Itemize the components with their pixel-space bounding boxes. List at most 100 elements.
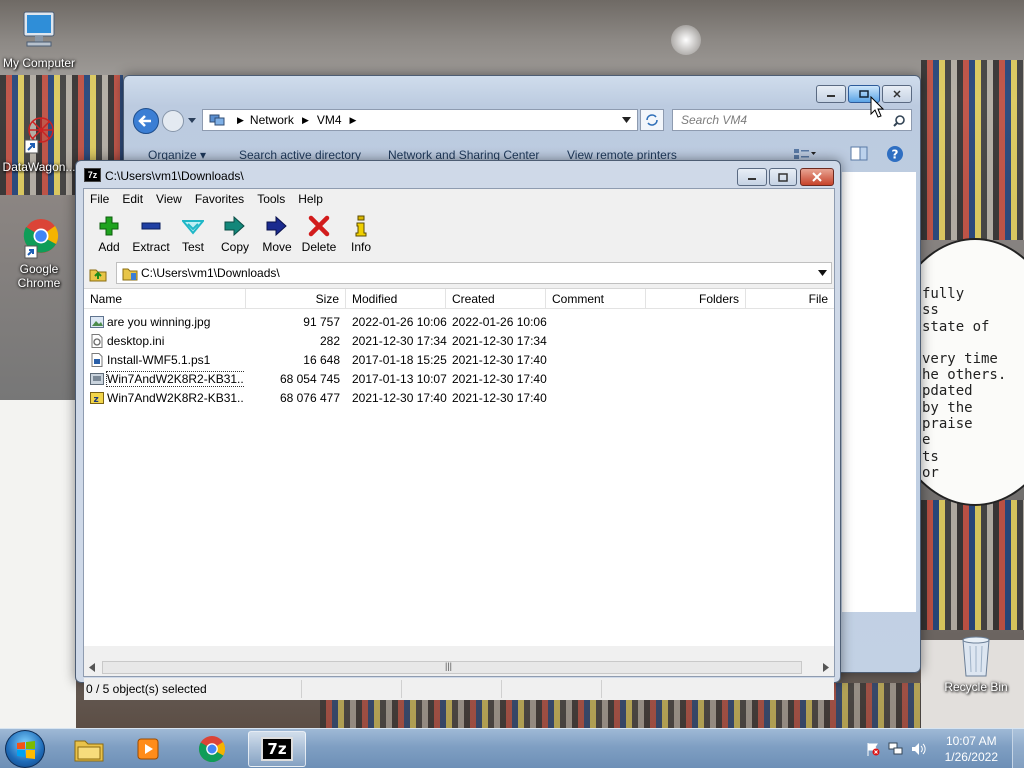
column-created[interactable]: Created <box>446 289 546 309</box>
column-folders[interactable]: Folders <box>646 289 746 309</box>
file-row[interactable]: desktop.ini 282 2021-12-30 17:34 2021-12… <box>84 332 834 351</box>
history-dropdown-icon[interactable] <box>187 116 197 124</box>
column-name[interactable]: Name <box>84 289 246 309</box>
svg-text:?: ? <box>892 148 899 162</box>
file-modified: 2021-12-30 17:34 <box>352 334 447 348</box>
status-segment <box>504 680 602 698</box>
desktop-icon-datawagon[interactable]: DataWagon... <box>0 110 78 174</box>
msu-file-icon <box>90 373 104 385</box>
preview-pane-icon[interactable] <box>850 146 868 161</box>
column-comment[interactable]: Comment <box>546 289 646 309</box>
chevron-down-icon[interactable] <box>818 270 827 276</box>
desktop-icon-google-chrome[interactable]: Google Chrome <box>0 214 78 290</box>
delete-button[interactable]: Delete <box>298 211 340 259</box>
menu-view[interactable]: View <box>156 192 182 206</box>
explorer-close-button[interactable] <box>882 85 912 103</box>
file-row[interactable]: Win7AndW2K8R2-KB31... 68 054 745 2017-01… <box>84 370 834 389</box>
maximize-button[interactable] <box>769 168 797 186</box>
file-size: 282 <box>319 334 340 348</box>
back-button[interactable] <box>132 107 160 135</box>
clock[interactable]: 10:07 AM 1/26/2022 <box>945 733 998 765</box>
file-name: Install-WMF5.1.ps1 <box>107 353 211 367</box>
wallpaper-light <box>671 25 701 55</box>
horizontal-scrollbar[interactable]: ||| <box>84 659 834 676</box>
menu-edit[interactable]: Edit <box>122 192 143 206</box>
breadcrumb-vm4[interactable]: VM4 <box>317 113 342 127</box>
menu-favorites[interactable]: Favorites <box>195 192 244 206</box>
desktop-icon-label: Google Chrome <box>17 262 61 290</box>
folder-up-button[interactable] <box>84 263 112 285</box>
test-button[interactable]: Test <box>172 211 214 259</box>
desktop-icon-my-computer[interactable]: My Computer <box>0 10 78 70</box>
taskbar: 7z 10:07 AM 1/26/2022 <box>0 728 1024 768</box>
sevenzip-window[interactable]: 7z C:\Users\vm1\Downloads\ File Edit Vie… <box>75 160 841 700</box>
menu-help[interactable]: Help <box>298 192 323 206</box>
action-center-icon[interactable] <box>866 742 880 756</box>
search-placeholder: Search VM4 <box>681 113 748 127</box>
show-desktop-button[interactable] <box>1012 729 1024 768</box>
explorer-minimize-button[interactable] <box>816 85 846 103</box>
copy-button[interactable]: Copy <box>214 211 256 259</box>
minimize-icon <box>748 178 756 180</box>
toolbar: Add Extract Test Copy Move Delete Info <box>84 211 382 259</box>
info-button[interactable]: Info <box>340 211 382 259</box>
file-modified: 2022-01-26 10:06 <box>352 315 447 329</box>
help-icon[interactable]: ? <box>886 145 904 163</box>
taskbar-chrome-button[interactable] <box>183 731 241 767</box>
shortcut-icon <box>24 117 54 154</box>
file-name: desktop.ini <box>107 334 165 348</box>
taskbar-media-player-button[interactable] <box>119 731 177 767</box>
column-file[interactable]: File <box>746 289 834 309</box>
scroll-right-icon[interactable] <box>822 663 830 672</box>
network-tray-icon[interactable] <box>888 741 904 757</box>
delete-icon <box>308 215 330 237</box>
breadcrumb-network[interactable]: Network <box>250 113 294 127</box>
delete-label: Delete <box>301 240 337 254</box>
desktop-icon-label: Recycle Bin <box>944 680 1008 694</box>
file-row[interactable]: Install-WMF5.1.ps1 16 648 2017-01-18 15:… <box>84 351 834 370</box>
file-name: Win7AndW2K8R2-KB31... <box>107 391 244 405</box>
file-created: 2021-12-30 17:40 <box>452 353 547 367</box>
start-button[interactable] <box>5 730 45 768</box>
scroll-left-icon[interactable] <box>88 663 96 672</box>
minimize-button[interactable] <box>737 168 767 186</box>
explorer-address-bar[interactable]: ▶ Network ▶ VM4 ▶ <box>202 109 638 131</box>
volume-icon[interactable] <box>910 741 926 757</box>
address-dropdown-icon[interactable] <box>622 117 631 123</box>
move-button[interactable]: Move <box>256 211 298 259</box>
search-icon[interactable] <box>893 115 905 127</box>
windows-logo-icon <box>17 741 35 759</box>
close-button[interactable] <box>800 168 834 186</box>
file-list[interactable]: Name Size Modified Created Comment Folde… <box>84 288 834 646</box>
taskbar-explorer-button[interactable] <box>60 731 118 767</box>
window-title: C:\Users\vm1\Downloads\ <box>105 169 244 183</box>
file-created: 2022-01-26 10:06 <box>452 315 547 329</box>
chrome-icon <box>198 736 226 763</box>
path-combobox[interactable]: C:\Users\vm1\Downloads\ <box>116 262 832 284</box>
file-size: 91 757 <box>303 315 340 329</box>
info-icon <box>355 215 367 237</box>
taskbar-7zip-button[interactable]: 7z <box>248 731 306 767</box>
menu-tools[interactable]: Tools <box>257 192 285 206</box>
copy-label: Copy <box>220 240 249 254</box>
file-row[interactable]: z Win7AndW2K8R2-KB31... 68 076 477 2021-… <box>84 389 834 408</box>
close-icon <box>812 172 822 182</box>
file-name: Win7AndW2K8R2-KB31... <box>105 371 244 387</box>
desktop-icon-label: DataWagon... <box>2 160 76 174</box>
column-modified[interactable]: Modified <box>346 289 446 309</box>
7zip-icon: 7z <box>84 168 101 182</box>
desktop-icon-label: My Computer <box>2 56 76 70</box>
add-button[interactable]: Add <box>88 211 130 259</box>
file-row[interactable]: are you winning.jpg 91 757 2022-01-26 10… <box>84 313 834 332</box>
sevenzip-title-bar[interactable]: 7z C:\Users\vm1\Downloads\ <box>76 161 840 189</box>
extract-button[interactable]: Extract <box>130 211 172 259</box>
menu-file[interactable]: File <box>90 192 109 206</box>
forward-button[interactable] <box>161 109 185 133</box>
column-size[interactable]: Size <box>246 289 346 309</box>
view-options-icon[interactable] <box>793 148 817 160</box>
path-bar: C:\Users\vm1\Downloads\ <box>84 261 834 286</box>
refresh-button[interactable] <box>640 109 664 131</box>
desktop-icon-recycle-bin[interactable]: Recycle Bin <box>936 632 1016 694</box>
wallpaper-floor <box>0 400 76 728</box>
system-tray: 10:07 AM 1/26/2022 <box>854 729 1024 768</box>
